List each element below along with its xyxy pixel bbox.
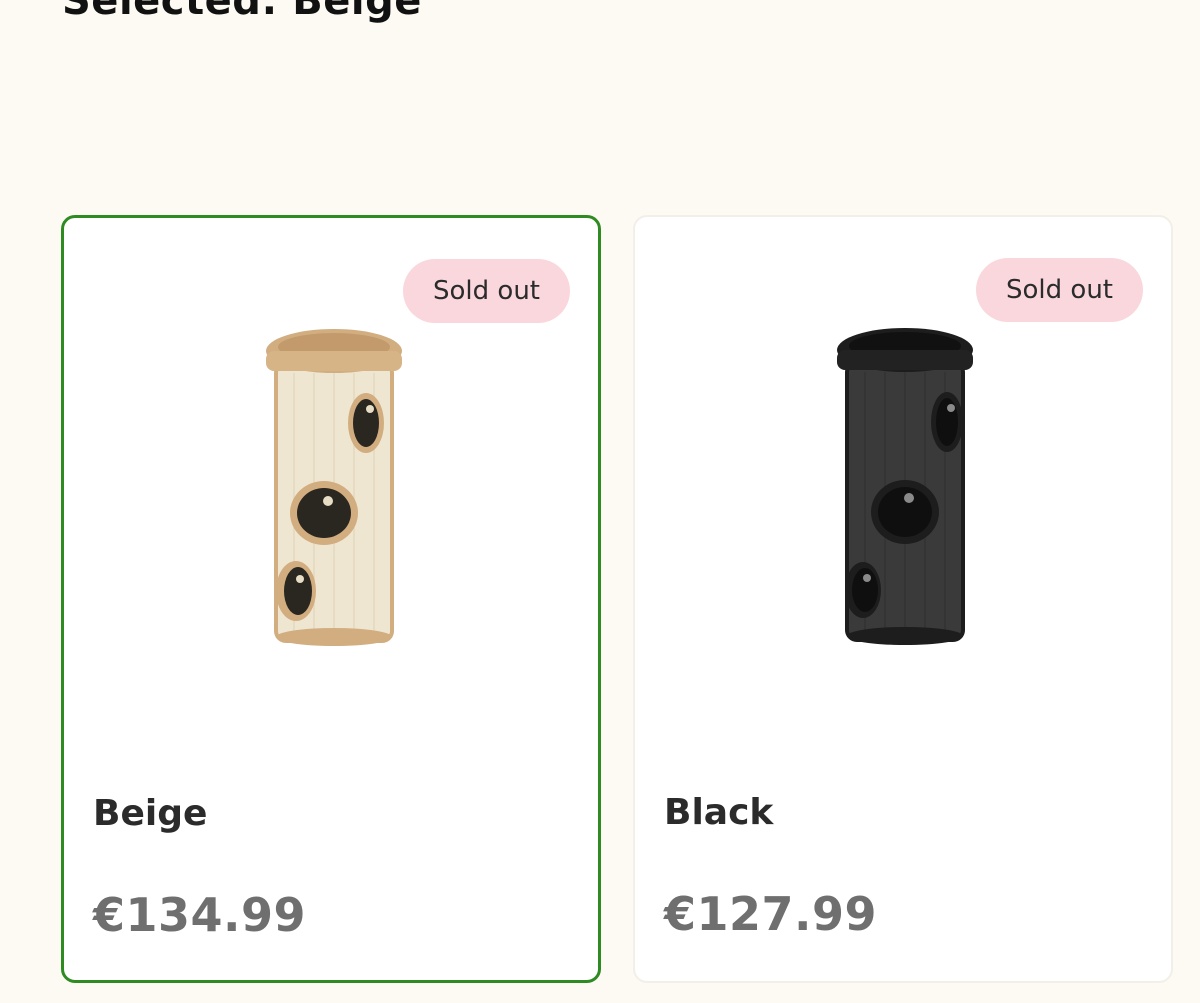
sold-out-badge: Sold out bbox=[403, 259, 570, 323]
selected-variant-label: Selected: Beige bbox=[62, 0, 422, 24]
variant-name: Beige bbox=[93, 793, 208, 834]
variant-price: €127.99 bbox=[664, 887, 878, 941]
black-cat-tower-image bbox=[837, 328, 973, 645]
variant-card-black[interactable]: Sold out Black €127.99 bbox=[633, 215, 1173, 983]
variant-card-beige[interactable]: Sold out Beige €134.99 bbox=[61, 215, 601, 983]
variant-price: €134.99 bbox=[93, 888, 307, 942]
sold-out-badge: Sold out bbox=[976, 258, 1143, 322]
beige-cat-tower-image bbox=[266, 329, 402, 646]
variant-name: Black bbox=[664, 792, 774, 833]
